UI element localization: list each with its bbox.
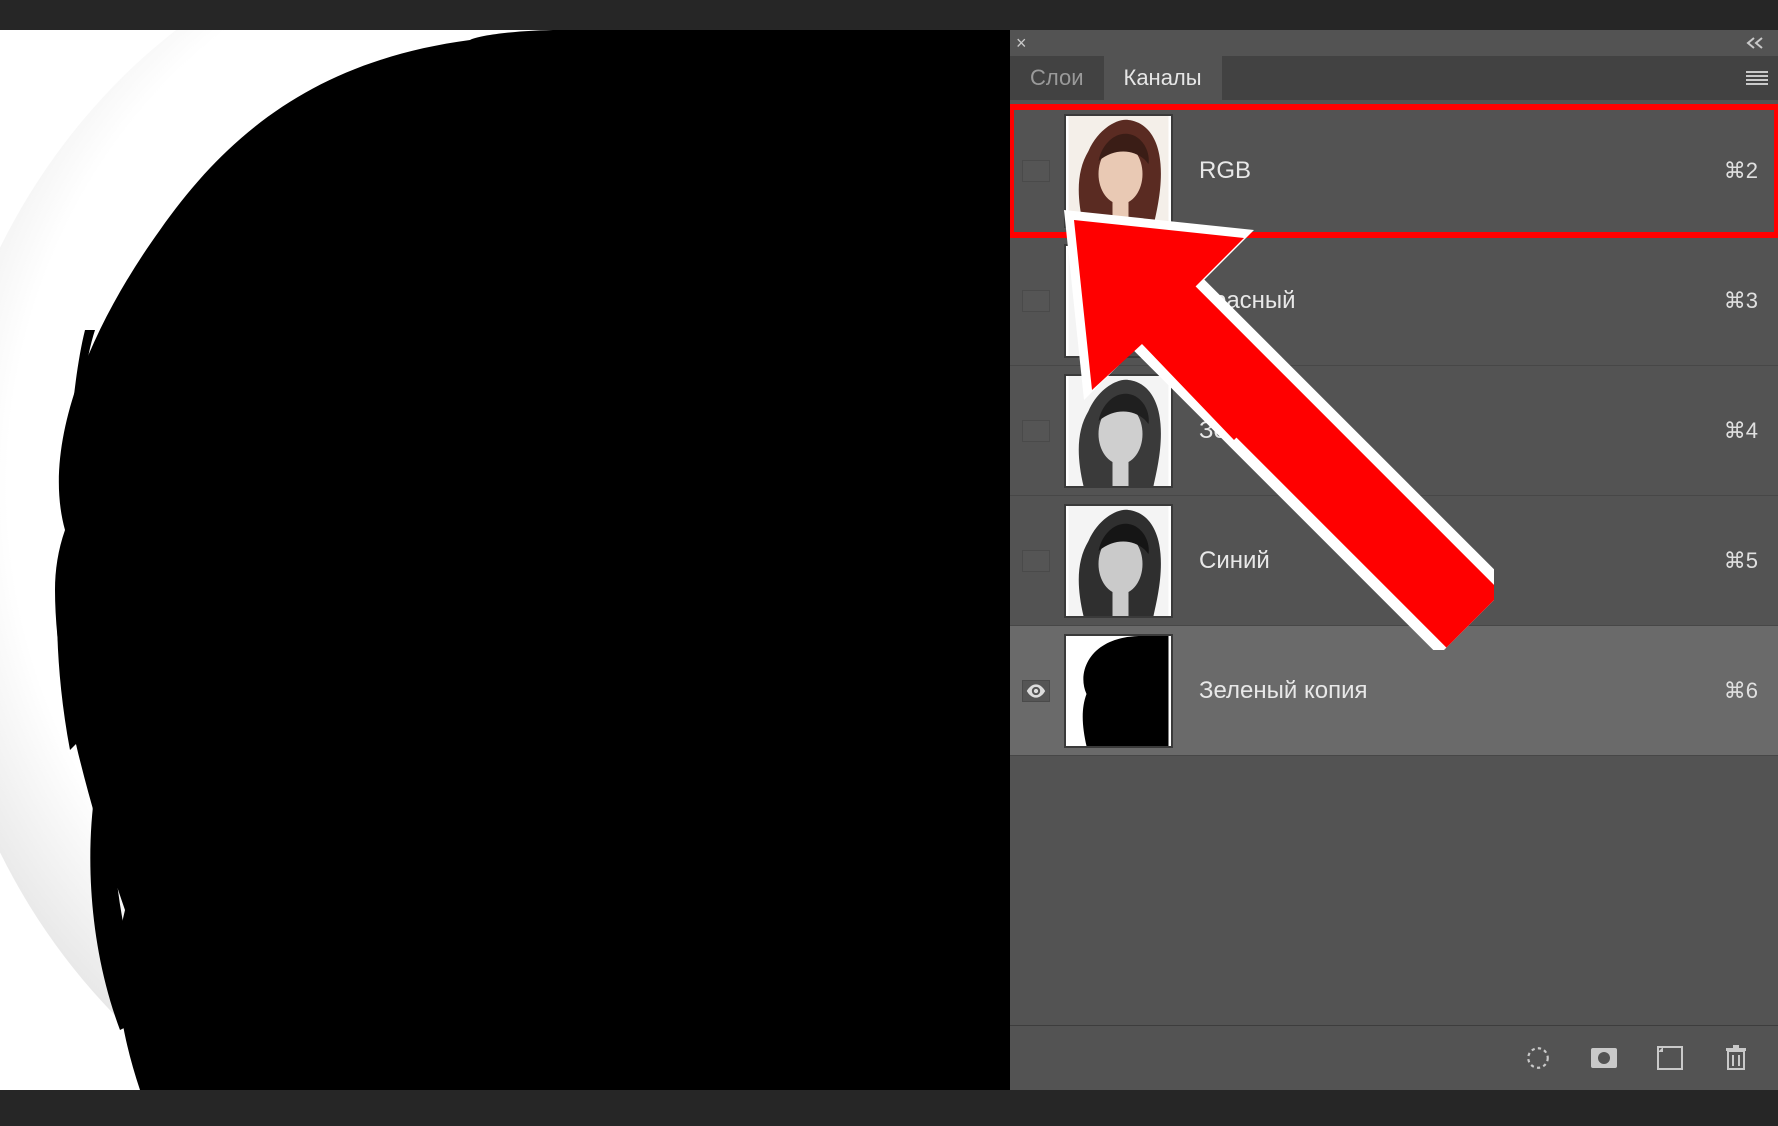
eye-icon bbox=[1026, 684, 1046, 698]
visibility-box bbox=[1022, 160, 1050, 182]
panel-menu-icon[interactable] bbox=[1746, 56, 1768, 100]
visibility-toggle[interactable] bbox=[1010, 550, 1062, 572]
visibility-box bbox=[1022, 290, 1050, 312]
new-channel-icon[interactable] bbox=[1654, 1042, 1686, 1074]
channel-list: RGB ⌘2 Красный ⌘3 bbox=[1010, 100, 1778, 1025]
channel-thumbnail bbox=[1064, 114, 1173, 228]
channel-thumbnail bbox=[1064, 244, 1173, 358]
save-selection-as-channel-icon[interactable] bbox=[1588, 1042, 1620, 1074]
channel-name: Зеленый копия bbox=[1199, 677, 1724, 705]
channels-panel: × Слои Каналы bbox=[1010, 30, 1778, 1090]
visibility-box bbox=[1022, 550, 1050, 572]
channel-row-red[interactable]: Красный ⌘3 bbox=[1010, 236, 1778, 366]
channel-shortcut: ⌘2 bbox=[1724, 158, 1758, 184]
panel-footer bbox=[1010, 1025, 1778, 1090]
panel-titlebar: × bbox=[1010, 30, 1778, 56]
document-canvas[interactable] bbox=[0, 30, 1010, 1090]
channel-name: Синий bbox=[1199, 547, 1724, 575]
channel-shortcut: ⌘6 bbox=[1724, 678, 1758, 704]
visibility-toggle[interactable] bbox=[1010, 680, 1062, 702]
channel-shortcut: ⌘4 bbox=[1724, 418, 1758, 444]
close-panel-icon[interactable]: × bbox=[1016, 34, 1027, 52]
channel-row-green-copy[interactable]: Зеленый копия ⌘6 bbox=[1010, 626, 1778, 756]
channel-thumbnail bbox=[1064, 374, 1173, 488]
visibility-toggle[interactable] bbox=[1010, 290, 1062, 312]
channel-shortcut: ⌘3 bbox=[1724, 288, 1758, 314]
channel-row-rgb[interactable]: RGB ⌘2 bbox=[1010, 106, 1778, 236]
visibility-box bbox=[1022, 420, 1050, 442]
tab-channels[interactable]: Каналы bbox=[1104, 56, 1222, 100]
visibility-toggle[interactable] bbox=[1010, 420, 1062, 442]
workspace: × Слои Каналы bbox=[0, 30, 1778, 1090]
channel-thumbnail bbox=[1064, 634, 1173, 748]
panel-tabs: Слои Каналы bbox=[1010, 56, 1778, 100]
tab-layers[interactable]: Слои bbox=[1010, 56, 1104, 100]
load-channel-as-selection-icon[interactable] bbox=[1522, 1042, 1554, 1074]
channel-name: Красный bbox=[1199, 287, 1724, 315]
visibility-toggle[interactable] bbox=[1010, 160, 1062, 182]
channel-row-blue[interactable]: Синий ⌘5 bbox=[1010, 496, 1778, 626]
canvas-content bbox=[0, 30, 1010, 1090]
channel-thumbnail bbox=[1064, 504, 1173, 618]
tab-label: Каналы bbox=[1124, 65, 1202, 91]
collapse-panel-icon[interactable] bbox=[1744, 34, 1766, 55]
visibility-box bbox=[1022, 680, 1050, 702]
channel-shortcut: ⌘5 bbox=[1724, 548, 1758, 574]
channel-name: RGB bbox=[1199, 157, 1724, 185]
channel-name: Зеленый bbox=[1199, 417, 1724, 445]
tab-label: Слои bbox=[1030, 65, 1084, 91]
channel-row-green[interactable]: Зеленый ⌘4 bbox=[1010, 366, 1778, 496]
delete-channel-icon[interactable] bbox=[1720, 1042, 1752, 1074]
